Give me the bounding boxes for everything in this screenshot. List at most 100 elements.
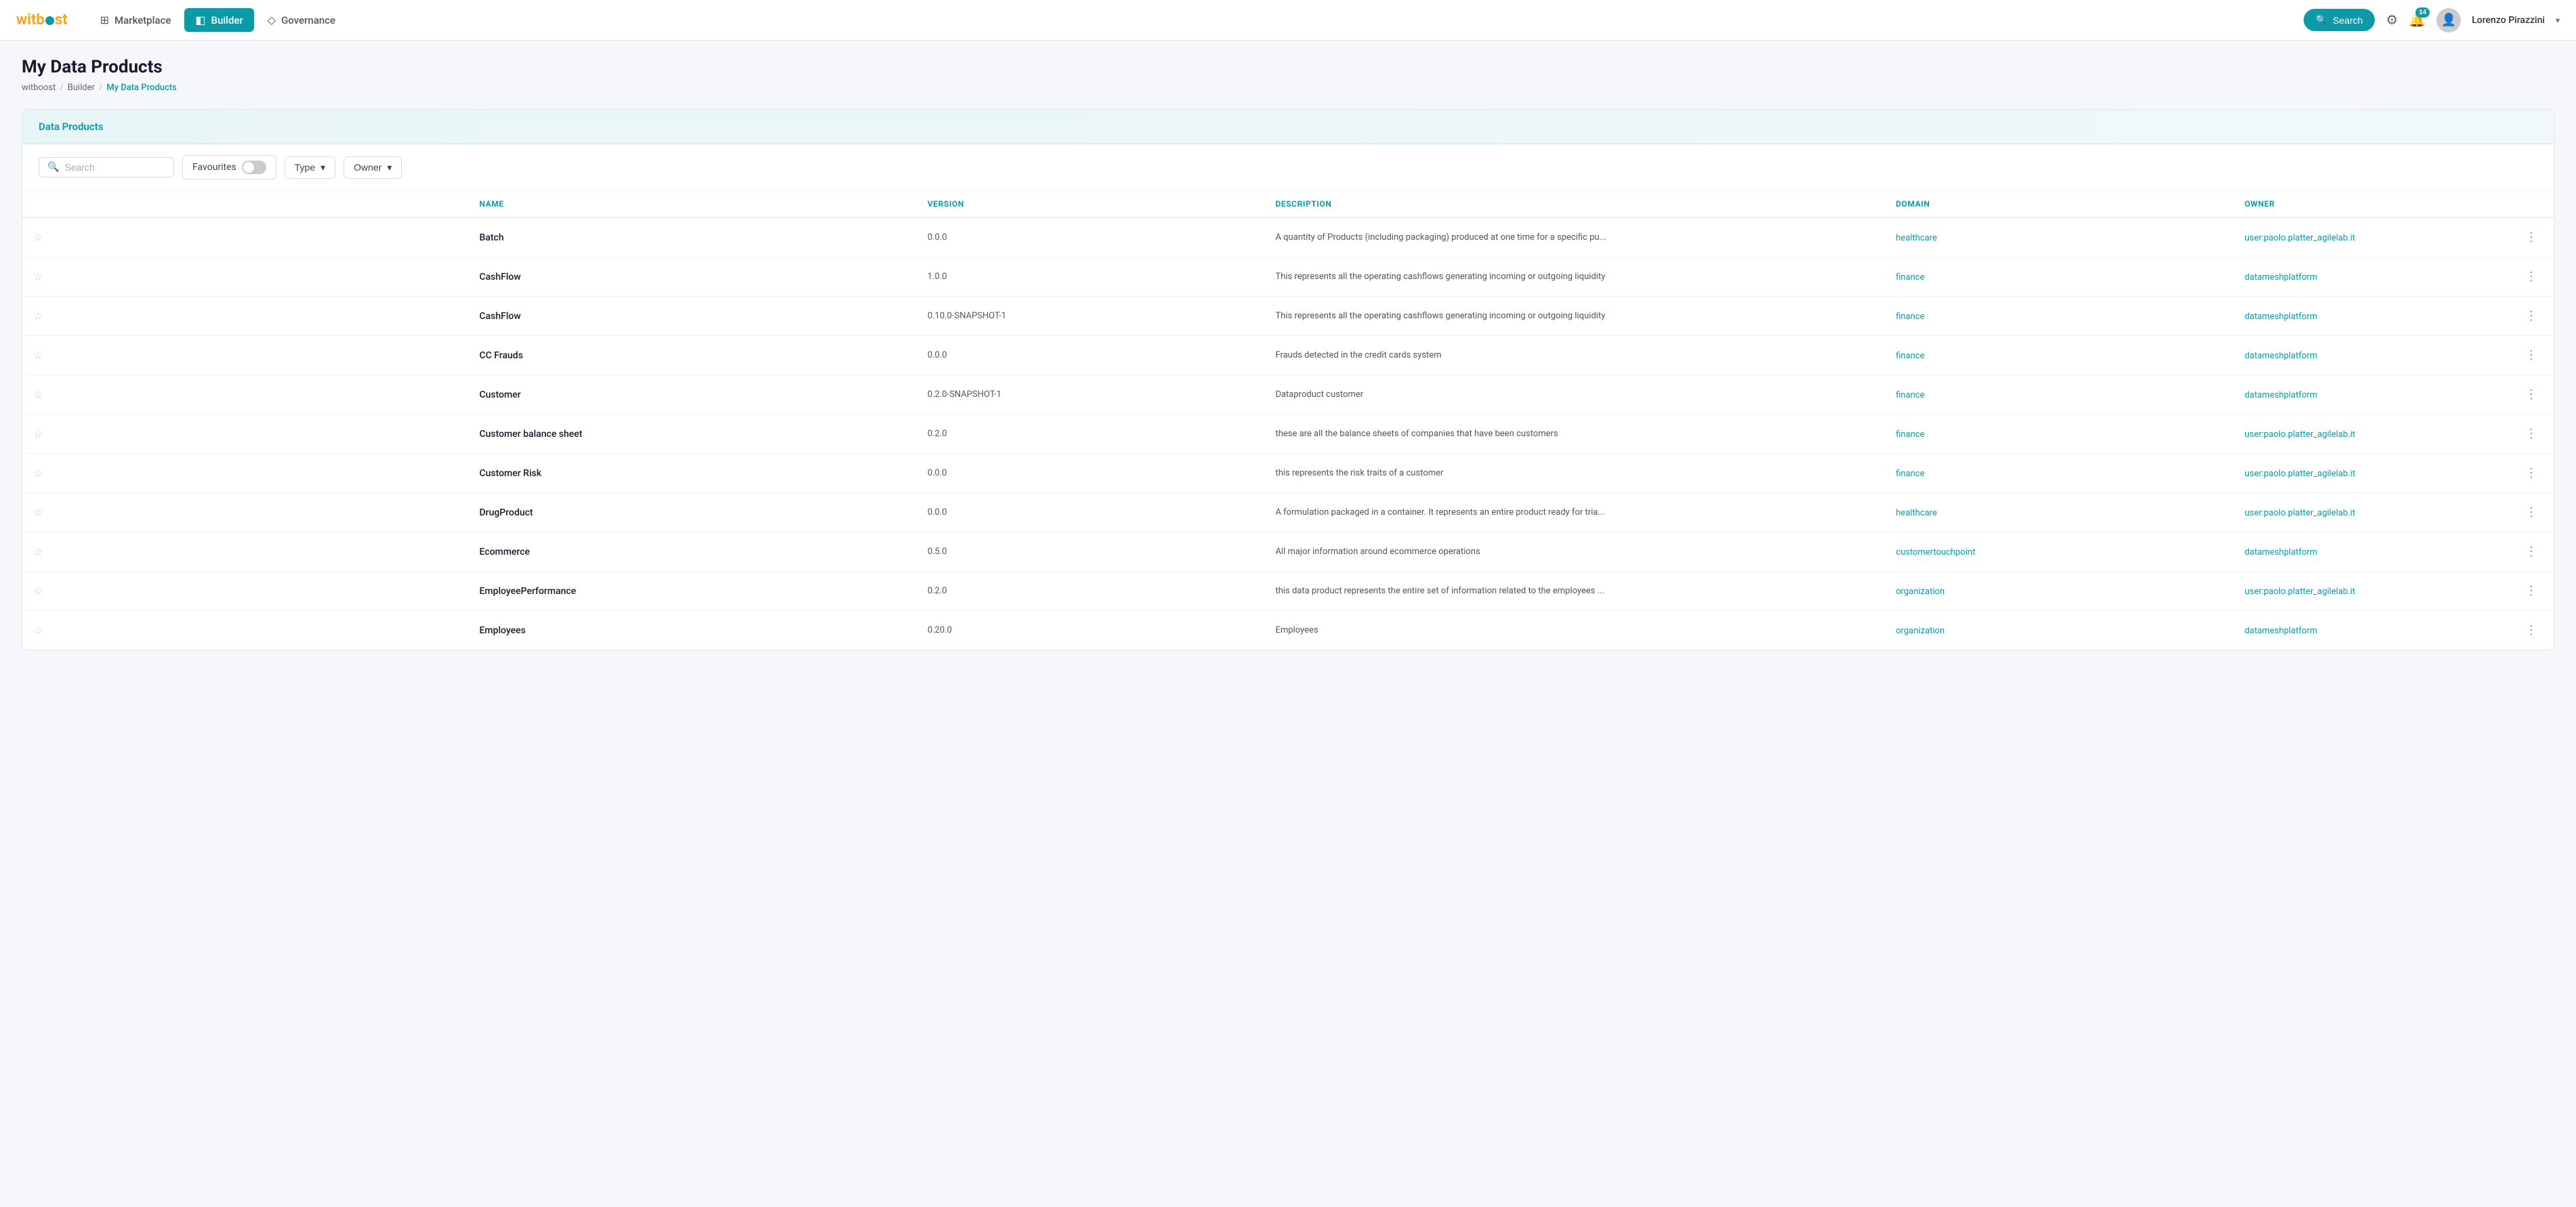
star-cell-1: ☆: [22, 257, 468, 297]
more-button-1[interactable]: ⋮: [2520, 267, 2543, 287]
domain-link-10[interactable]: organization: [1896, 626, 1945, 636]
owner-link-9[interactable]: user:paolo.platter_agilelab.it: [2245, 587, 2355, 597]
domain-link-0[interactable]: healthcare: [1896, 233, 1937, 243]
star-icon-2[interactable]: ☆: [33, 310, 43, 322]
actions-cell-5: ⋮: [2509, 415, 2554, 454]
domain-cell-10: organization: [1885, 611, 2234, 650]
owner-link-1[interactable]: datameshplatform: [2245, 272, 2317, 282]
star-cell-4: ☆: [22, 375, 468, 415]
domain-link-2[interactable]: finance: [1896, 312, 1924, 322]
builder-icon: ◧: [195, 14, 205, 26]
star-icon-7[interactable]: ☆: [33, 506, 43, 519]
table-row: ☆ Customer 0.2.0-SNAPSHOT-1 Dataproduct …: [22, 375, 2554, 415]
star-icon-3[interactable]: ☆: [33, 349, 43, 362]
breadcrumb-witboost[interactable]: witboost: [22, 83, 56, 93]
name-cell-8: Ecommerce: [468, 532, 916, 572]
star-icon-10[interactable]: ☆: [33, 624, 43, 637]
owner-cell-6: user:paolo.platter_agilelab.it: [2234, 454, 2509, 493]
breadcrumb-builder[interactable]: Builder: [68, 83, 95, 93]
version-cell-10: 0.20.0: [917, 611, 1265, 650]
nav-marketplace[interactable]: ⊞ Marketplace: [89, 8, 182, 32]
nav-governance-label: Governance: [281, 14, 335, 26]
toggle-knob: [243, 162, 254, 173]
domain-link-1[interactable]: finance: [1896, 272, 1924, 282]
domain-link-8[interactable]: customertouchpoint: [1896, 547, 1975, 557]
logo-text: witb: [16, 12, 45, 28]
desc-cell-9: this data product represents the entire …: [1264, 572, 1885, 611]
version-cell-7: 0.0.0: [917, 493, 1265, 532]
more-button-9[interactable]: ⋮: [2520, 581, 2543, 601]
favourites-filter[interactable]: Favourites: [182, 155, 276, 179]
name-cell-9: EmployeePerformance: [468, 572, 916, 611]
more-button-0[interactable]: ⋮: [2520, 228, 2543, 247]
owner-link-10[interactable]: datameshplatform: [2245, 626, 2317, 636]
desc-cell-1: This represents all the operating cashfl…: [1264, 257, 1885, 297]
domain-cell-2: finance: [1885, 297, 2234, 336]
nav-governance[interactable]: ◇ Governance: [257, 8, 346, 32]
more-button-10[interactable]: ⋮: [2520, 620, 2543, 640]
owner-link-4[interactable]: datameshplatform: [2245, 390, 2317, 400]
search-button[interactable]: 🔍 Search: [2304, 9, 2375, 31]
star-icon-1[interactable]: ☆: [33, 270, 43, 283]
header-right: 🔍 Search ⚙ 🔔 14 👤 Lorenzo Pirazzini ▾: [2304, 8, 2560, 33]
table-row: ☆ CC Frauds 0.0.0 Frauds detected in the…: [22, 336, 2554, 375]
owner-filter-button[interactable]: Owner ▾: [344, 156, 402, 179]
star-icon-6[interactable]: ☆: [33, 467, 43, 480]
star-icon-8[interactable]: ☆: [33, 545, 43, 558]
domain-link-7[interactable]: healthcare: [1896, 508, 1937, 518]
star-cell-2: ☆: [22, 297, 468, 336]
type-filter-button[interactable]: Type ▾: [285, 156, 335, 179]
more-button-2[interactable]: ⋮: [2520, 306, 2543, 326]
owner-link-7[interactable]: user:paolo.platter_agilelab.it: [2245, 508, 2355, 518]
star-icon-5[interactable]: ☆: [33, 427, 43, 440]
owner-cell-1: datameshplatform: [2234, 257, 2509, 297]
domain-link-3[interactable]: finance: [1896, 351, 1924, 361]
nav-builder[interactable]: ◧ Builder: [184, 8, 253, 32]
owner-link-5[interactable]: user:paolo.platter_agilelab.it: [2245, 429, 2355, 440]
favourites-label: Favourites: [192, 162, 236, 173]
more-button-8[interactable]: ⋮: [2520, 542, 2543, 562]
more-button-3[interactable]: ⋮: [2520, 345, 2543, 365]
actions-cell-6: ⋮: [2509, 454, 2554, 493]
actions-cell-7: ⋮: [2509, 493, 2554, 532]
nav-builder-label: Builder: [211, 14, 243, 26]
name-cell-2: CashFlow: [468, 297, 916, 336]
desc-cell-0: A quantity of Products (including packag…: [1264, 217, 1885, 257]
actions-cell-1: ⋮: [2509, 257, 2554, 297]
breadcrumb: witboost / Builder / My Data Products: [22, 83, 2554, 93]
more-button-4[interactable]: ⋮: [2520, 385, 2543, 404]
table-row: ☆ Employees 0.20.0 Employees organizatio…: [22, 611, 2554, 650]
version-cell-6: 0.0.0: [917, 454, 1265, 493]
nav-marketplace-label: Marketplace: [115, 14, 171, 26]
more-button-7[interactable]: ⋮: [2520, 503, 2543, 522]
star-icon-9[interactable]: ☆: [33, 585, 43, 597]
desc-cell-8: All major information around ecommerce o…: [1264, 532, 1885, 572]
more-button-5[interactable]: ⋮: [2520, 424, 2543, 444]
star-cell-10: ☆: [22, 611, 468, 650]
owner-link-0[interactable]: user:paolo.platter_agilelab.it: [2245, 233, 2355, 243]
star-cell-8: ☆: [22, 532, 468, 572]
domain-link-6[interactable]: finance: [1896, 469, 1924, 479]
favourites-toggle[interactable]: [242, 161, 266, 174]
star-icon-0[interactable]: ☆: [33, 231, 43, 244]
domain-link-5[interactable]: finance: [1896, 429, 1924, 440]
domain-link-9[interactable]: organization: [1896, 587, 1945, 597]
star-cell-6: ☆: [22, 454, 468, 493]
search-input-wrap[interactable]: 🔍: [39, 157, 174, 177]
owner-link-8[interactable]: datameshplatform: [2245, 547, 2317, 557]
owner-link-2[interactable]: datameshplatform: [2245, 312, 2317, 322]
version-cell-0: 0.0.0: [917, 217, 1265, 257]
owner-link-6[interactable]: user:paolo.platter_agilelab.it: [2245, 469, 2355, 479]
star-cell-5: ☆: [22, 415, 468, 454]
col-header-actions: [2509, 191, 2554, 217]
settings-button[interactable]: ⚙: [2386, 12, 2398, 28]
notifications-button[interactable]: 🔔 14: [2409, 12, 2426, 28]
domain-link-4[interactable]: finance: [1896, 390, 1924, 400]
more-button-6[interactable]: ⋮: [2520, 463, 2543, 483]
version-cell-3: 0.0.0: [917, 336, 1265, 375]
search-input[interactable]: [64, 162, 159, 173]
logo-dot: [45, 16, 54, 25]
owner-link-3[interactable]: datameshplatform: [2245, 351, 2317, 361]
owner-label: Owner: [354, 162, 381, 173]
star-icon-4[interactable]: ☆: [33, 388, 43, 401]
